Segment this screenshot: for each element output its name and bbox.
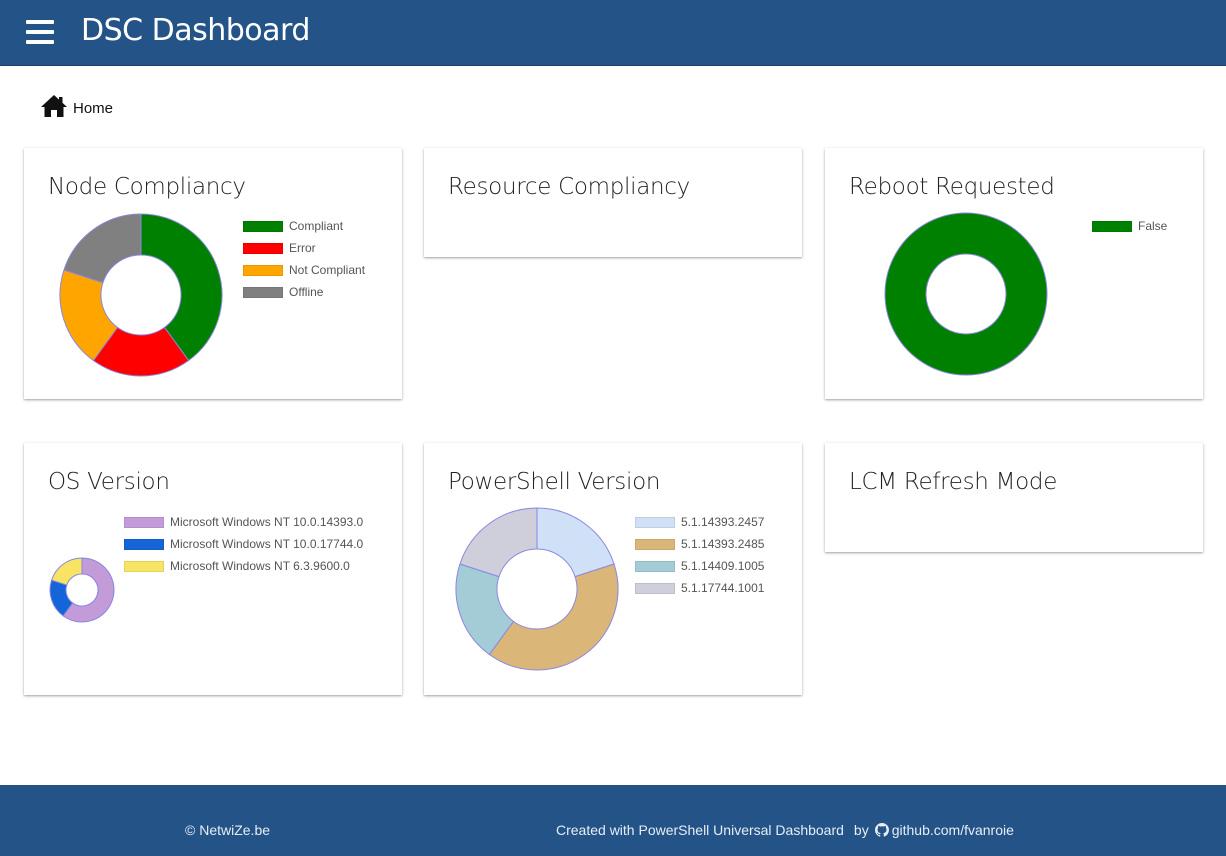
legend-swatch (243, 220, 283, 232)
legend-item-5-1-14393-2457[interactable]: 5.1.14393.2457 (635, 511, 764, 533)
breadcrumb[interactable]: Home (40, 92, 113, 118)
legend-label: Error (289, 241, 316, 255)
legend-label: 5.1.14393.2457 (681, 515, 765, 529)
resource-compliancy-card: Resource Compliancy (424, 148, 802, 257)
legend-swatch (243, 242, 283, 254)
footer: © NetwiZe.be Created with PowerShell Uni… (0, 785, 1226, 856)
os-version-card: OS Version Microsoft Windows NT 10.0.143… (24, 443, 402, 695)
powershell-version-card: PowerShell Version 5.1.14393.2457 5.1.143… (424, 443, 802, 695)
card-title: Reboot Requested (849, 174, 1055, 200)
legend-item-offline[interactable]: Offline (243, 281, 365, 303)
app-title: DSC Dashboard (81, 13, 310, 48)
footer-copyright: © NetwiZe.be (185, 822, 271, 838)
legend-swatch (243, 286, 283, 298)
breadcrumb-home-label: Home (73, 100, 114, 117)
legend-item-microsoft-windows-nt-6-3-9600-0[interactable]: Microsoft Windows NT 6.3.9600.0 (124, 555, 363, 577)
legend-swatch (243, 264, 283, 276)
slice-microsoft-windows-nt-6-3-9600-0[interactable] (50, 557, 83, 586)
legend-item-5-1-17744-1001[interactable]: 5.1.17744.1001 (635, 577, 764, 599)
reboot-requested-card: Reboot Requested False (825, 148, 1203, 399)
hamburger-menu-icon[interactable] (26, 20, 54, 44)
legend-label: Microsoft Windows NT 6.3.9600.0 (170, 559, 350, 573)
legend-swatch (124, 538, 164, 550)
reboot-requested-legend: False (1092, 215, 1167, 237)
legend-item-microsoft-windows-nt-10-0-17744-0[interactable]: Microsoft Windows NT 10.0.17744.0 (124, 533, 363, 555)
legend-item-false[interactable]: False (1092, 215, 1167, 237)
powershell-version-chart (455, 507, 619, 671)
legend-item-microsoft-windows-nt-10-0-14393-0[interactable]: Microsoft Windows NT 10.0.14393.0 (124, 511, 363, 533)
legend-label: Offline (289, 285, 324, 299)
footer-by: by (853, 822, 869, 838)
os-version-chart (49, 557, 115, 623)
github-link[interactable]: github.com/fvanroie (874, 822, 1014, 838)
node-compliancy-legend: Compliant Error Not Compliant Offline (243, 215, 365, 303)
reboot-requested-chart (884, 212, 1048, 376)
legend-label: 5.1.14393.2485 (681, 537, 765, 551)
legend-swatch (635, 560, 675, 572)
legend-label: Microsoft Windows NT 10.0.14393.0 (170, 515, 364, 529)
legend-swatch (635, 538, 675, 550)
footer-credit: Created with PowerShell Universal Dashbo… (556, 822, 844, 838)
legend-label: False (1138, 219, 1168, 233)
card-title: Node Compliancy (48, 174, 246, 200)
legend-label: Not Compliant (289, 263, 366, 277)
legend-swatch (124, 560, 164, 572)
node-compliancy-chart (59, 213, 223, 377)
home-icon (41, 95, 67, 117)
card-title: PowerShell Version (448, 469, 661, 495)
github-icon (874, 823, 889, 837)
legend-label: Microsoft Windows NT 10.0.17744.0 (170, 537, 364, 551)
footer-credit-line: Created with PowerShell Universal Dashbo… (556, 822, 1014, 838)
legend-label: Compliant (289, 219, 344, 233)
node-compliancy-card: Node Compliancy Compliant Error Not Compli… (24, 148, 402, 399)
slice-offline[interactable] (63, 213, 142, 284)
powershell-version-legend: 5.1.14393.2457 5.1.14393.2485 5.1.14409.10… (635, 511, 764, 599)
legend-item-compliant[interactable]: Compliant (243, 215, 365, 237)
card-title: Resource Compliancy (448, 174, 690, 200)
slice-false[interactable] (884, 212, 1048, 376)
card-title: LCM Refresh Mode (849, 469, 1058, 495)
legend-label: 5.1.17744.1001 (681, 581, 765, 595)
slice-5-1-17744-1001[interactable] (459, 507, 538, 578)
github-link-label: github.com/fvanroie (891, 822, 1014, 838)
lcm-refresh-mode-card: LCM Refresh Mode (825, 443, 1203, 552)
legend-swatch (1092, 220, 1132, 232)
legend-item-5-1-14409-1005[interactable]: 5.1.14409.1005 (635, 555, 764, 577)
legend-swatch (124, 516, 164, 528)
legend-item-5-1-14393-2485[interactable]: 5.1.14393.2485 (635, 533, 764, 555)
slice-5-1-14393-2457[interactable] (536, 507, 615, 578)
legend-label: 5.1.14409.1005 (681, 559, 765, 573)
app-header: DSC Dashboard (0, 0, 1226, 66)
os-version-legend: Microsoft Windows NT 10.0.14393.0 Microso… (124, 511, 363, 577)
legend-swatch (635, 516, 675, 528)
legend-swatch (635, 582, 675, 594)
legend-item-error[interactable]: Error (243, 237, 365, 259)
card-title: OS Version (48, 469, 170, 495)
legend-item-not-compliant[interactable]: Not Compliant (243, 259, 365, 281)
